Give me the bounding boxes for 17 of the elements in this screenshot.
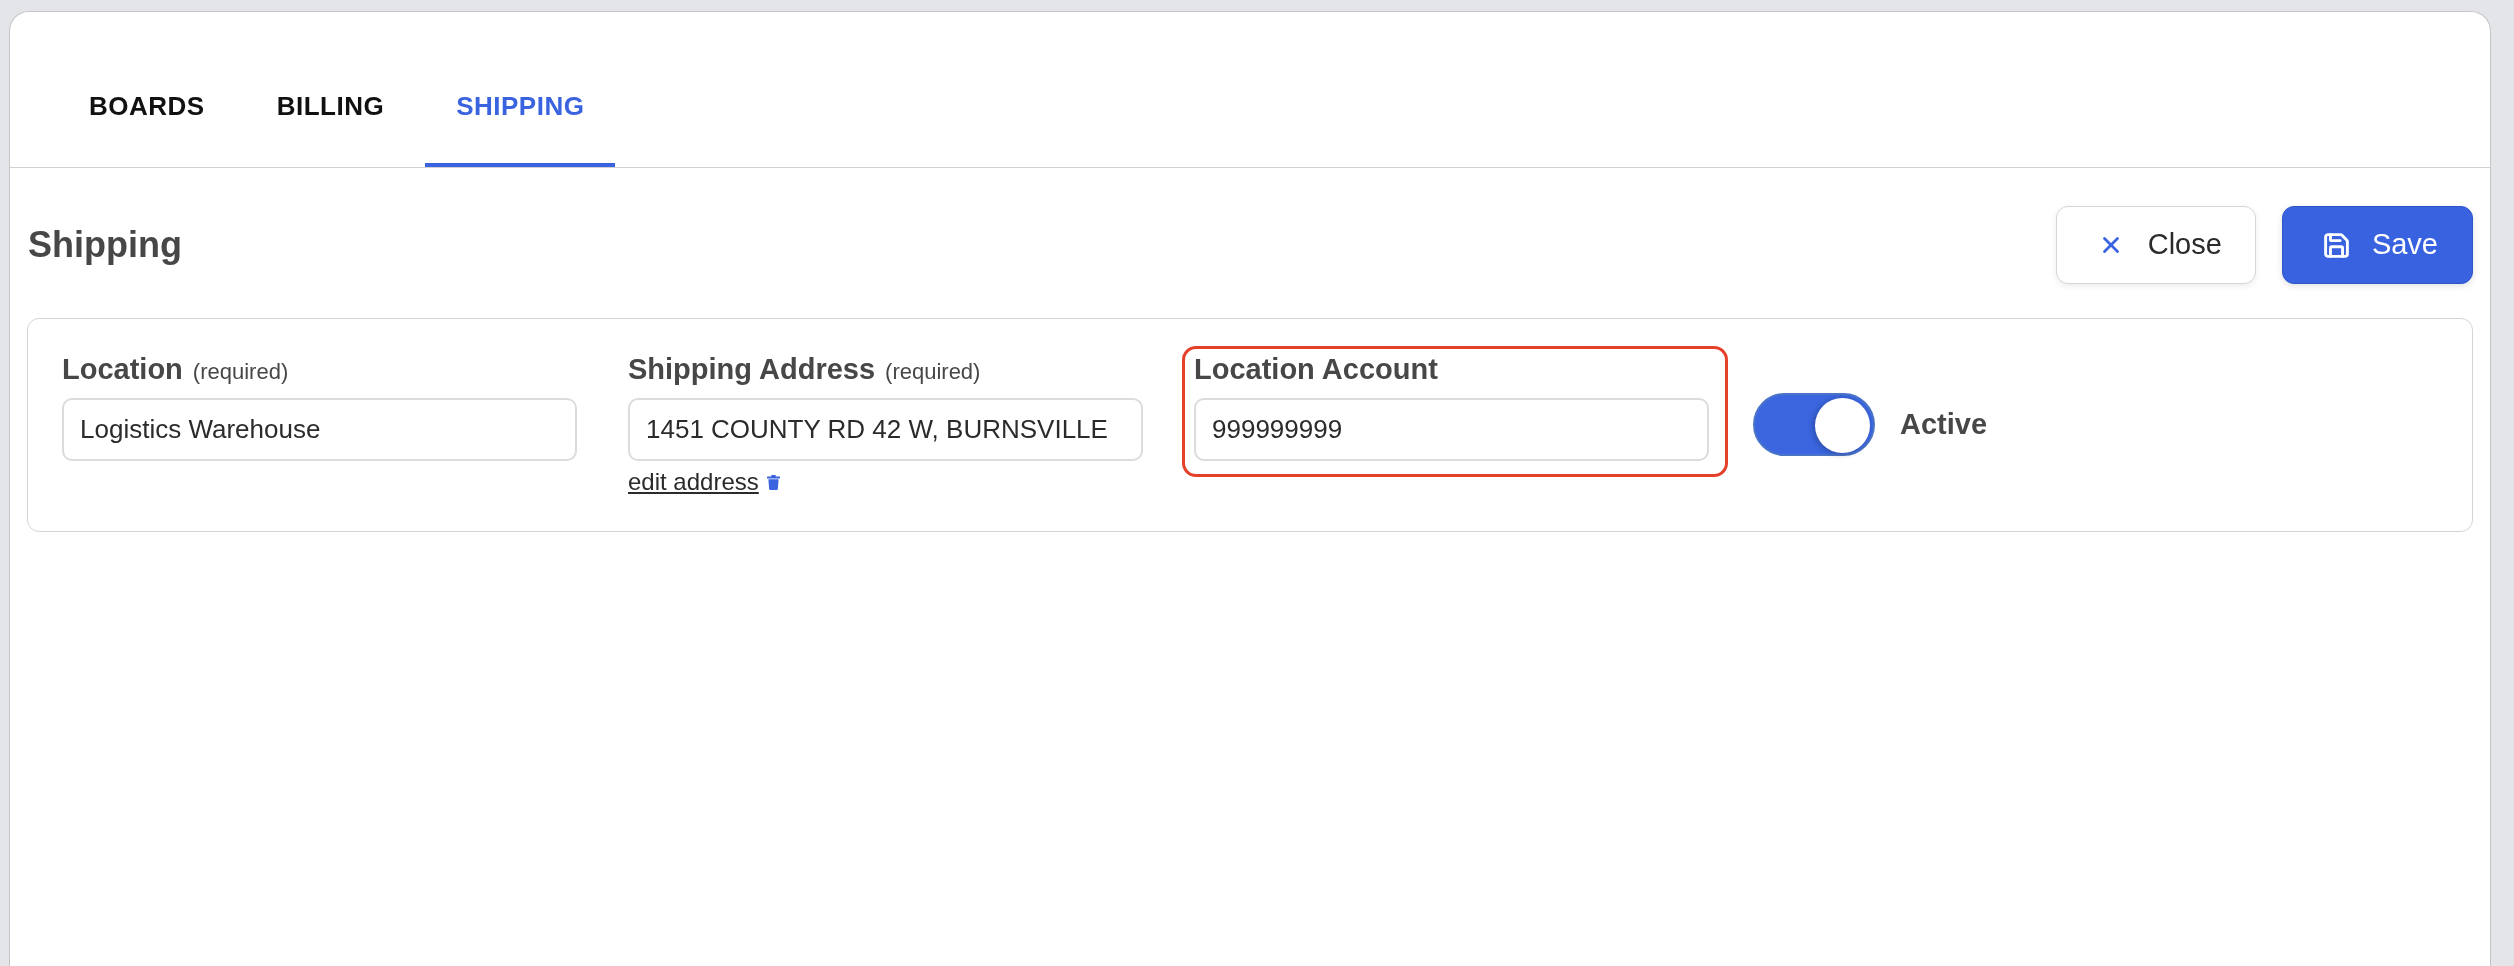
tab[interactable]: BOARDS	[58, 49, 236, 167]
trash-icon[interactable]	[766, 473, 780, 491]
text-input[interactable]: 999999999	[1194, 398, 1709, 461]
save-button[interactable]: Save	[2281, 206, 2473, 284]
text-input[interactable]: 1451 COUNTY RD 42 W, BURNSVILLE	[628, 398, 1143, 461]
tab[interactable]: SHIPPING	[425, 49, 616, 167]
close-button[interactable]: Close	[2055, 206, 2256, 284]
field-label: Location	[62, 352, 183, 387]
required-note: (required)	[192, 358, 289, 386]
section-title: Shipping	[27, 223, 182, 267]
field-label: Shipping Address	[628, 352, 876, 387]
text-input[interactable]: Logistics Warehouse	[62, 398, 577, 461]
field-label: Location Account	[1194, 352, 1438, 387]
tab[interactable]: BILLING	[245, 49, 416, 167]
edit-address-link[interactable]: edit address	[628, 464, 759, 500]
toggle-label: Active	[1900, 406, 1988, 442]
required-note: (required)	[885, 358, 981, 386]
